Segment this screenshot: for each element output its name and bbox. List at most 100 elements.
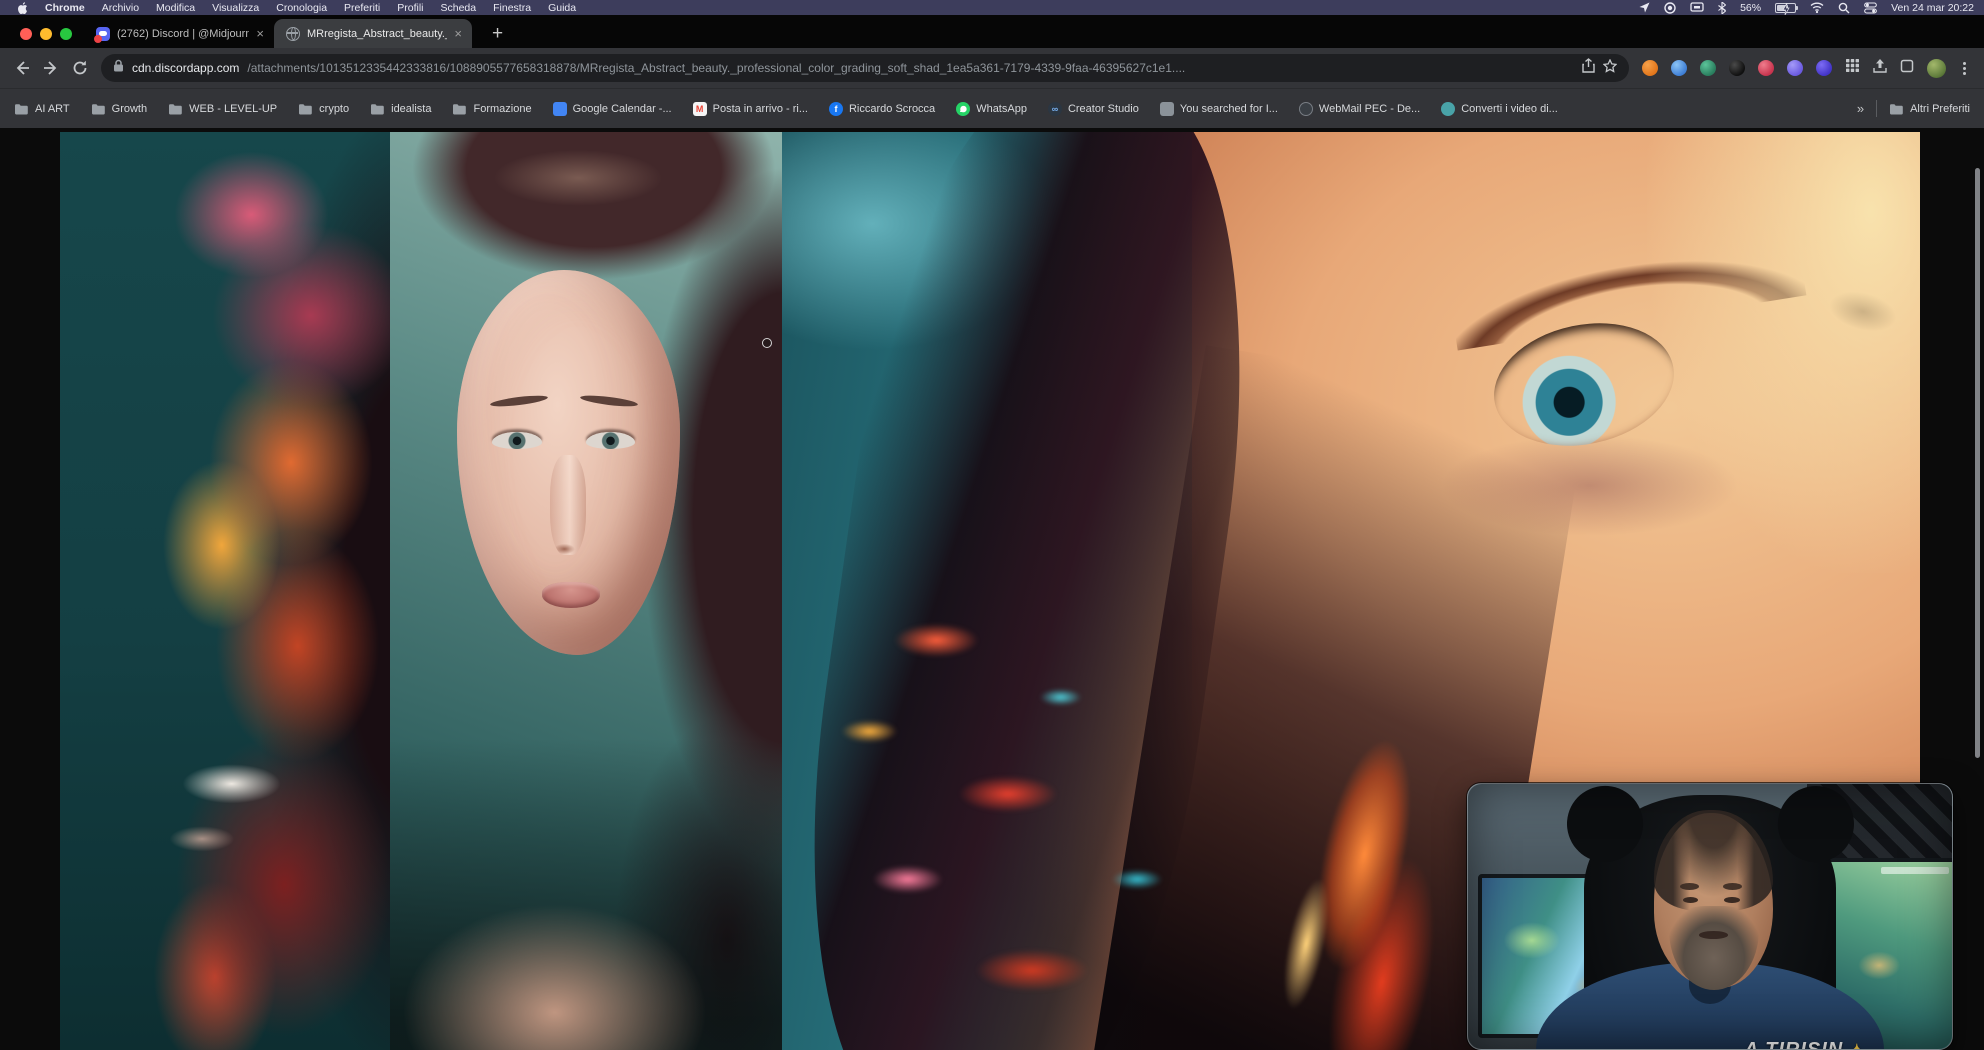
forward-button[interactable] bbox=[43, 60, 59, 76]
portrait-right-eyebrow bbox=[579, 393, 638, 408]
menu-item-visualizza[interactable]: Visualizza bbox=[212, 2, 259, 14]
purple-extension-icon[interactable] bbox=[1787, 60, 1803, 76]
menu-item-guida[interactable]: Guida bbox=[548, 2, 576, 14]
bookmarks-right-group: » Altri Preferiti bbox=[1857, 100, 1970, 117]
webmail-icon bbox=[1299, 102, 1313, 116]
lock-icon[interactable] bbox=[113, 59, 124, 77]
bookmarks-overflow-chevron[interactable]: » bbox=[1857, 101, 1864, 116]
reload-button[interactable] bbox=[72, 60, 88, 76]
bookmark-folder-idealista[interactable]: idealista bbox=[370, 103, 431, 115]
control-center-icon[interactable] bbox=[1864, 2, 1877, 14]
bookmark-folder-ai-art[interactable]: AI ART bbox=[14, 103, 70, 115]
url-path: /attachments/1013512335442333816/1088905… bbox=[247, 61, 1574, 75]
url-domain: cdn.discordapp.com bbox=[132, 61, 239, 75]
frame-icon[interactable] bbox=[1900, 59, 1914, 78]
bookmarks-bar: AI ART Growth WEB - LEVEL-UP crypto idea… bbox=[0, 88, 1984, 128]
bookmark-creator-studio[interactable]: ∞ Creator Studio bbox=[1048, 102, 1139, 116]
bookmark-search-result[interactable]: You searched for I... bbox=[1160, 102, 1278, 116]
tab-label: MRregista_Abstract_beauty._ bbox=[307, 28, 447, 40]
bookmark-folder-formazione[interactable]: Formazione bbox=[452, 103, 531, 115]
menu-item-archivio[interactable]: Archivio bbox=[102, 2, 139, 14]
bookmark-whatsapp[interactable]: WhatsApp bbox=[956, 102, 1027, 116]
wifi-icon[interactable] bbox=[1810, 2, 1824, 13]
display-icon[interactable] bbox=[1690, 2, 1704, 13]
portrait-chest bbox=[390, 738, 782, 1050]
grid-icon[interactable] bbox=[1845, 58, 1860, 78]
closeup-color-bokeh bbox=[793, 481, 1271, 1050]
location-arrow-icon[interactable] bbox=[1639, 2, 1650, 13]
bookmark-google-calendar[interactable]: Google Calendar -... bbox=[553, 102, 672, 116]
back-button[interactable] bbox=[14, 60, 30, 76]
bookmark-video-converter[interactable]: Converti i video di... bbox=[1441, 102, 1558, 116]
address-bar[interactable]: cdn.discordapp.com /attachments/10135123… bbox=[101, 54, 1629, 82]
menu-item-preferiti[interactable]: Preferiti bbox=[344, 2, 380, 14]
battery-percent-label: 56% bbox=[1740, 2, 1761, 14]
menu-item-modifica[interactable]: Modifica bbox=[156, 2, 195, 14]
artwork-panel-abstract-drapery bbox=[60, 132, 390, 1050]
bookmark-gmail-inbox[interactable]: M Posta in arrivo - ri... bbox=[693, 102, 808, 116]
tab-image-attachment[interactable]: MRregista_Abstract_beauty._ × bbox=[274, 19, 472, 48]
menu-item-finestra[interactable]: Finestra bbox=[493, 2, 531, 14]
presenter-right-eye bbox=[1724, 897, 1739, 903]
bluetooth-icon[interactable] bbox=[1718, 2, 1726, 14]
minimize-window-button[interactable] bbox=[40, 28, 52, 40]
portrait-right-eye bbox=[586, 432, 635, 449]
bookmark-label: idealista bbox=[391, 103, 431, 115]
tab-discord[interactable]: (2762) Discord | @Midjourney × bbox=[84, 19, 274, 48]
presenter-head bbox=[1654, 813, 1773, 988]
apple-menu-icon[interactable] bbox=[18, 2, 28, 14]
tab-close-icon[interactable]: × bbox=[256, 27, 264, 40]
bookmark-label: crypto bbox=[319, 103, 349, 115]
bookmark-label: You searched for I... bbox=[1180, 103, 1278, 115]
sparkle-icon: ✦ bbox=[1849, 1041, 1865, 1050]
browser-toolbar: cdn.discordapp.com /attachments/10135123… bbox=[0, 48, 1984, 88]
macos-screen: Chrome Archivio Modifica Visualizza Cron… bbox=[0, 0, 1984, 1050]
bookmark-label: Converti i video di... bbox=[1461, 103, 1558, 115]
zoom-cursor bbox=[762, 338, 772, 348]
profile-avatar[interactable] bbox=[1927, 59, 1946, 78]
share-icon[interactable] bbox=[1582, 58, 1595, 78]
tab-label: (2762) Discord | @Midjourney bbox=[117, 28, 249, 40]
feather-extension-icon[interactable] bbox=[1671, 60, 1687, 76]
artwork-panel-portrait bbox=[390, 132, 782, 1050]
menu-item-cronologia[interactable]: Cronologia bbox=[276, 2, 327, 14]
tab-strip: (2762) Discord | @Midjourney × MRregista… bbox=[0, 15, 1984, 48]
new-tab-button[interactable]: + bbox=[486, 24, 509, 43]
tab-close-icon[interactable]: × bbox=[454, 27, 462, 40]
indigo-extension-icon[interactable] bbox=[1816, 60, 1832, 76]
bookmark-folder-crypto[interactable]: crypto bbox=[298, 103, 349, 115]
facebook-icon: f bbox=[829, 102, 843, 116]
bookmark-star-icon[interactable] bbox=[1603, 59, 1617, 78]
zoom-window-button[interactable] bbox=[60, 28, 72, 40]
bookmark-label: AI ART bbox=[35, 103, 70, 115]
bookmark-label: Growth bbox=[112, 103, 147, 115]
fox-extension-icon[interactable] bbox=[1642, 60, 1658, 76]
menu-item-scheda[interactable]: Scheda bbox=[441, 2, 477, 14]
other-bookmarks-folder[interactable]: Altri Preferiti bbox=[1889, 103, 1970, 115]
bookmark-folder-web-level-up[interactable]: WEB - LEVEL-UP bbox=[168, 103, 277, 115]
screen-record-icon[interactable] bbox=[1664, 2, 1676, 14]
meta-icon: ∞ bbox=[1048, 102, 1062, 116]
leaf-extension-icon[interactable] bbox=[1700, 60, 1716, 76]
other-bookmarks-label: Altri Preferiti bbox=[1910, 103, 1970, 115]
menu-item-chrome[interactable]: Chrome bbox=[45, 2, 85, 14]
spotlight-search-icon[interactable] bbox=[1838, 2, 1850, 14]
menu-clock[interactable]: Ven 24 mar 20:22 bbox=[1891, 2, 1974, 14]
bookmark-folder-growth[interactable]: Growth bbox=[91, 103, 147, 115]
battery-icon bbox=[1775, 3, 1796, 13]
page-icon bbox=[1160, 102, 1174, 116]
close-window-button[interactable] bbox=[20, 28, 32, 40]
extensions-row bbox=[1642, 58, 1970, 78]
menu-item-profili[interactable]: Profili bbox=[397, 2, 423, 14]
dark-extension-icon[interactable] bbox=[1729, 60, 1745, 76]
chrome-menu-icon[interactable] bbox=[1959, 62, 1970, 75]
whatsapp-icon bbox=[956, 102, 970, 116]
vertical-scrollbar[interactable] bbox=[1975, 168, 1980, 758]
bookmark-label: Riccardo Scrocca bbox=[849, 103, 935, 115]
pink-extension-icon[interactable] bbox=[1758, 60, 1774, 76]
bookmark-webmail-pec[interactable]: WebMail PEC - De... bbox=[1299, 102, 1420, 116]
bookmark-label: Google Calendar -... bbox=[573, 103, 672, 115]
page-content: A TIRISIN ✦ bbox=[0, 128, 1984, 1050]
upload-icon[interactable] bbox=[1873, 59, 1887, 78]
bookmark-facebook-profile[interactable]: f Riccardo Scrocca bbox=[829, 102, 935, 116]
